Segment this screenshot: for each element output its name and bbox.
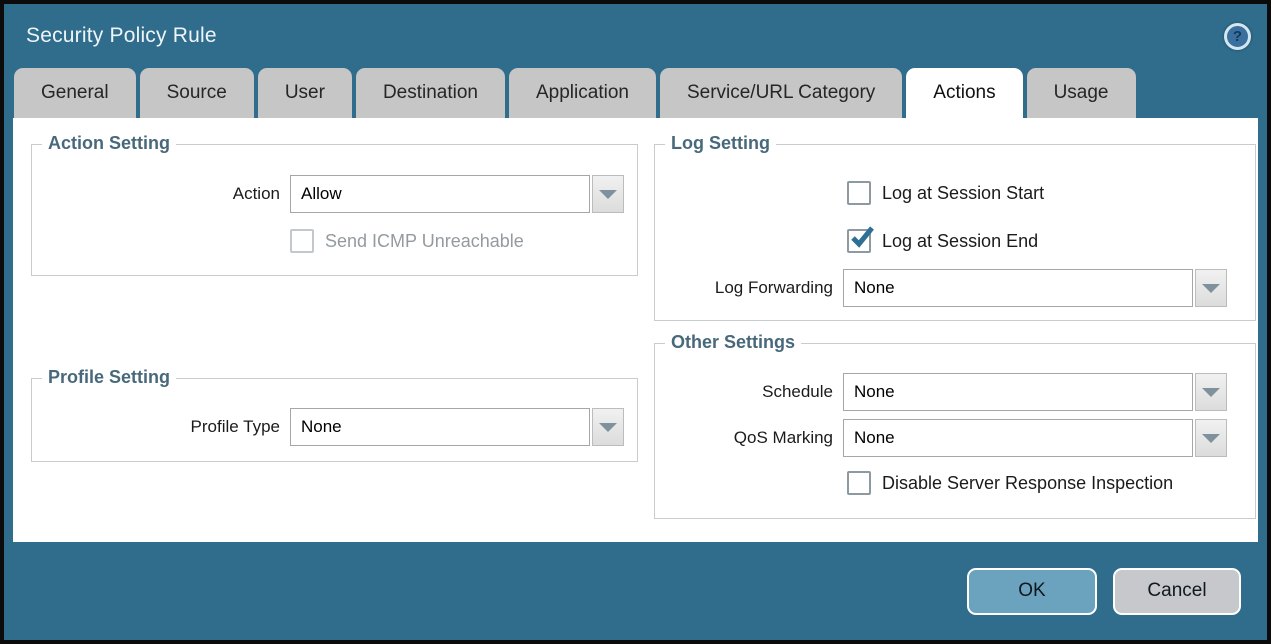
disable-server-response-inspection-label: Disable Server Response Inspection bbox=[882, 473, 1173, 494]
tab-actions[interactable]: Actions bbox=[906, 68, 1022, 118]
action-dropdown-value[interactable]: Allow bbox=[290, 175, 590, 213]
profile-type-label: Profile Type bbox=[32, 417, 280, 437]
chevron-down-icon bbox=[1202, 434, 1220, 443]
tab-source[interactable]: Source bbox=[140, 68, 254, 118]
cancel-button[interactable]: Cancel bbox=[1113, 568, 1241, 615]
other-settings-legend: Other Settings bbox=[665, 332, 801, 353]
actions-tab-panel: Action Setting Action Allow Send ICMP Un… bbox=[13, 118, 1258, 542]
other-settings-group: Other Settings Schedule None QoS Marking… bbox=[654, 343, 1256, 519]
disable-server-response-inspection-checkbox[interactable] bbox=[847, 471, 871, 495]
title-bar: Security Policy Rule ? bbox=[4, 4, 1267, 68]
log-setting-group: Log Setting Log at Session Start Log at … bbox=[654, 144, 1256, 321]
tab-bar: General Source User Destination Applicat… bbox=[4, 68, 1267, 118]
dialog-footer: OK Cancel bbox=[4, 542, 1267, 640]
log-at-session-end-checkbox[interactable] bbox=[847, 229, 871, 253]
tab-user[interactable]: User bbox=[258, 68, 352, 118]
profile-setting-legend: Profile Setting bbox=[42, 367, 176, 388]
profile-type-row: Profile Type None bbox=[32, 408, 637, 446]
tab-destination[interactable]: Destination bbox=[356, 68, 505, 118]
log-at-session-start-row: Log at Session Start bbox=[847, 181, 1255, 205]
chevron-down-icon bbox=[1202, 284, 1220, 293]
log-setting-legend: Log Setting bbox=[665, 133, 776, 154]
log-at-session-end-label: Log at Session End bbox=[882, 231, 1038, 252]
log-at-session-start-checkbox[interactable] bbox=[847, 181, 871, 205]
action-dropdown-button[interactable] bbox=[592, 175, 624, 213]
chevron-down-icon bbox=[1202, 388, 1220, 397]
chevron-down-icon bbox=[599, 423, 617, 432]
qos-marking-dropdown-value[interactable]: None bbox=[843, 419, 1193, 457]
action-row: Action Allow bbox=[32, 175, 637, 213]
log-forwarding-label: Log Forwarding bbox=[655, 278, 833, 298]
schedule-dropdown-value[interactable]: None bbox=[843, 373, 1193, 411]
schedule-dropdown: None bbox=[843, 373, 1227, 411]
action-setting-group: Action Setting Action Allow Send ICMP Un… bbox=[31, 144, 638, 276]
log-at-session-start-label: Log at Session Start bbox=[882, 183, 1044, 204]
tab-application[interactable]: Application bbox=[509, 68, 656, 118]
chevron-down-icon bbox=[599, 190, 617, 199]
log-at-session-end-row: Log at Session End bbox=[847, 229, 1255, 253]
tab-general[interactable]: General bbox=[14, 68, 136, 118]
qos-marking-dropdown-button[interactable] bbox=[1195, 419, 1227, 457]
dialog-title: Security Policy Rule bbox=[26, 24, 217, 48]
schedule-row: Schedule None bbox=[655, 373, 1255, 411]
profile-setting-group: Profile Setting Profile Type None bbox=[31, 378, 638, 462]
tab-service-url-category[interactable]: Service/URL Category bbox=[660, 68, 902, 118]
disable-server-response-inspection-row: Disable Server Response Inspection bbox=[847, 471, 1255, 495]
profile-type-dropdown: None bbox=[290, 408, 624, 446]
action-label: Action bbox=[32, 184, 280, 204]
tab-usage[interactable]: Usage bbox=[1027, 68, 1136, 118]
log-forwarding-row: Log Forwarding None bbox=[655, 269, 1255, 307]
profile-type-dropdown-value[interactable]: None bbox=[290, 408, 590, 446]
ok-button[interactable]: OK bbox=[967, 568, 1097, 615]
qos-marking-dropdown: None bbox=[843, 419, 1227, 457]
send-icmp-unreachable-checkbox bbox=[290, 229, 314, 253]
schedule-label: Schedule bbox=[655, 382, 833, 402]
profile-type-dropdown-button[interactable] bbox=[592, 408, 624, 446]
log-forwarding-dropdown-value[interactable]: None bbox=[843, 269, 1193, 307]
check-icon bbox=[849, 224, 875, 250]
schedule-dropdown-button[interactable] bbox=[1195, 373, 1227, 411]
action-setting-legend: Action Setting bbox=[42, 133, 176, 154]
send-icmp-unreachable-label: Send ICMP Unreachable bbox=[325, 231, 524, 252]
security-policy-rule-dialog: Security Policy Rule ? General Source Us… bbox=[0, 0, 1271, 644]
qos-marking-label: QoS Marking bbox=[655, 428, 833, 448]
log-forwarding-dropdown-button[interactable] bbox=[1195, 269, 1227, 307]
log-forwarding-dropdown: None bbox=[843, 269, 1227, 307]
help-icon[interactable]: ? bbox=[1224, 23, 1251, 50]
send-icmp-unreachable-row: Send ICMP Unreachable bbox=[290, 229, 637, 253]
qos-marking-row: QoS Marking None bbox=[655, 419, 1255, 457]
action-dropdown: Allow bbox=[290, 175, 624, 213]
